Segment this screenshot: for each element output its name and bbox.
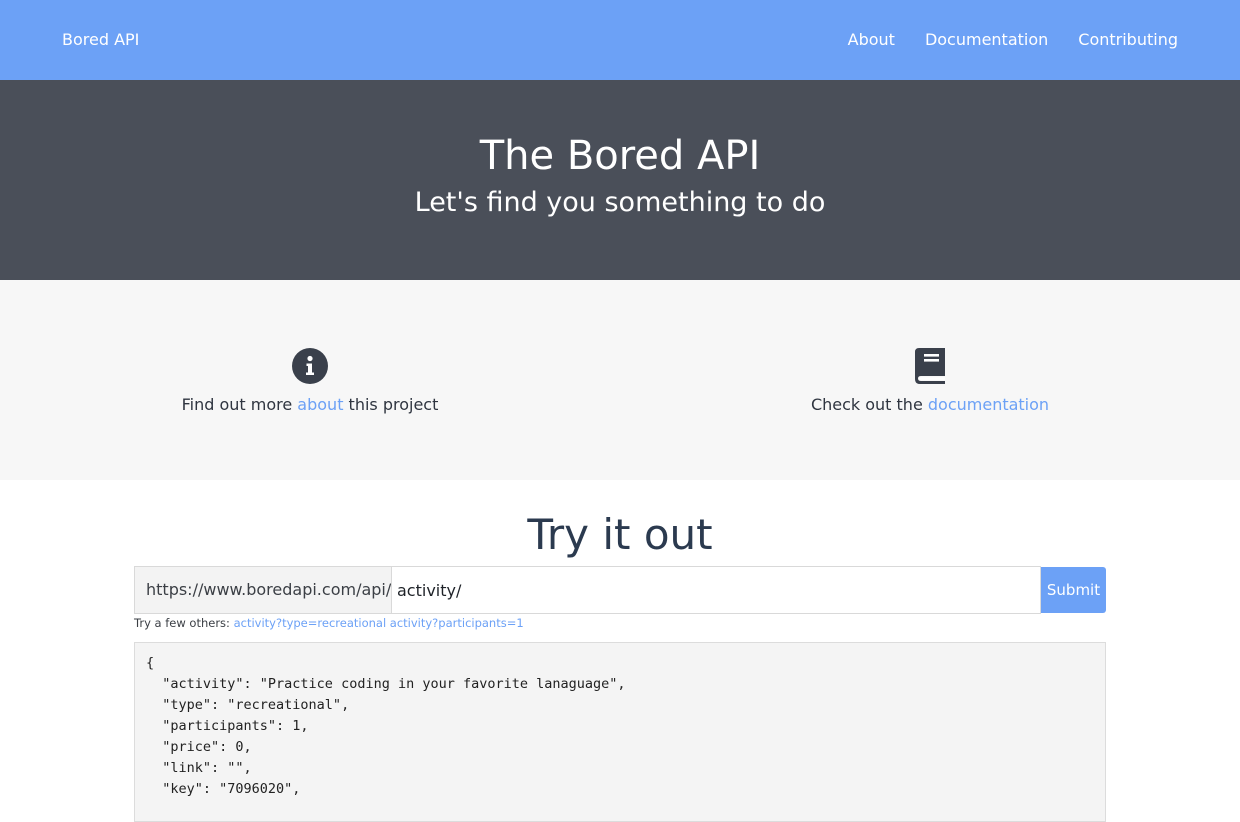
about-link[interactable]: about [297, 395, 343, 414]
hero-banner: The Bored API Let's find you something t… [0, 80, 1240, 280]
about-text-before: Find out more [181, 395, 298, 414]
hero-subtitle: Let's find you something to do [414, 187, 826, 218]
nav-documentation-link[interactable]: Documentation [925, 30, 1048, 50]
try-it-title: Try it out [527, 510, 713, 559]
nav-links: About Documentation Contributing [848, 30, 1178, 50]
response-line: "key": "7096020", [146, 781, 301, 797]
docs-text-before: Check out the [810, 395, 928, 414]
examples-label: Try a few others: [134, 616, 230, 630]
response-output: { "activity": "Practice coding in your f… [134, 642, 1106, 822]
nav-contributing-link[interactable]: Contributing [1078, 30, 1178, 50]
hero-title: The Bored API [479, 133, 761, 179]
example-queries: Try a few others: activity?type=recreati… [134, 615, 524, 631]
about-text-after: this project [343, 395, 439, 414]
response-line: "activity": "Practice coding in your fav… [146, 676, 626, 692]
book-icon [915, 348, 945, 384]
info-circle-icon [292, 348, 328, 384]
nav-about-link[interactable]: About [848, 30, 895, 50]
base-url-prefix: https://www.boredapi.com/api/ [134, 566, 391, 614]
response-line: "link": "", [146, 760, 252, 776]
about-feature: Find out more about this project [110, 348, 510, 416]
response-line: "type": "recreational", [146, 697, 350, 713]
features-section: Find out more about this project Check o… [0, 280, 1240, 480]
api-request-form: https://www.boredapi.com/api/ Submit [134, 566, 1106, 614]
submit-button[interactable]: Submit [1041, 567, 1106, 613]
response-line: "participants": 1, [146, 718, 309, 734]
documentation-feature: Check out the documentation [730, 348, 1130, 416]
response-line: { [146, 655, 155, 671]
brand-link[interactable]: Bored API [62, 30, 139, 50]
endpoint-input[interactable] [391, 566, 1041, 614]
documentation-feature-text: Check out the documentation [730, 394, 1130, 416]
about-feature-text: Find out more about this project [110, 394, 510, 416]
example-link-type-recreational[interactable]: activity?type=recreational [234, 616, 387, 630]
response-line: "price": 0, [146, 739, 252, 755]
example-link-participants[interactable]: activity?participants=1 [390, 616, 524, 630]
documentation-link[interactable]: documentation [928, 395, 1049, 414]
navbar: Bored API About Documentation Contributi… [0, 0, 1240, 80]
